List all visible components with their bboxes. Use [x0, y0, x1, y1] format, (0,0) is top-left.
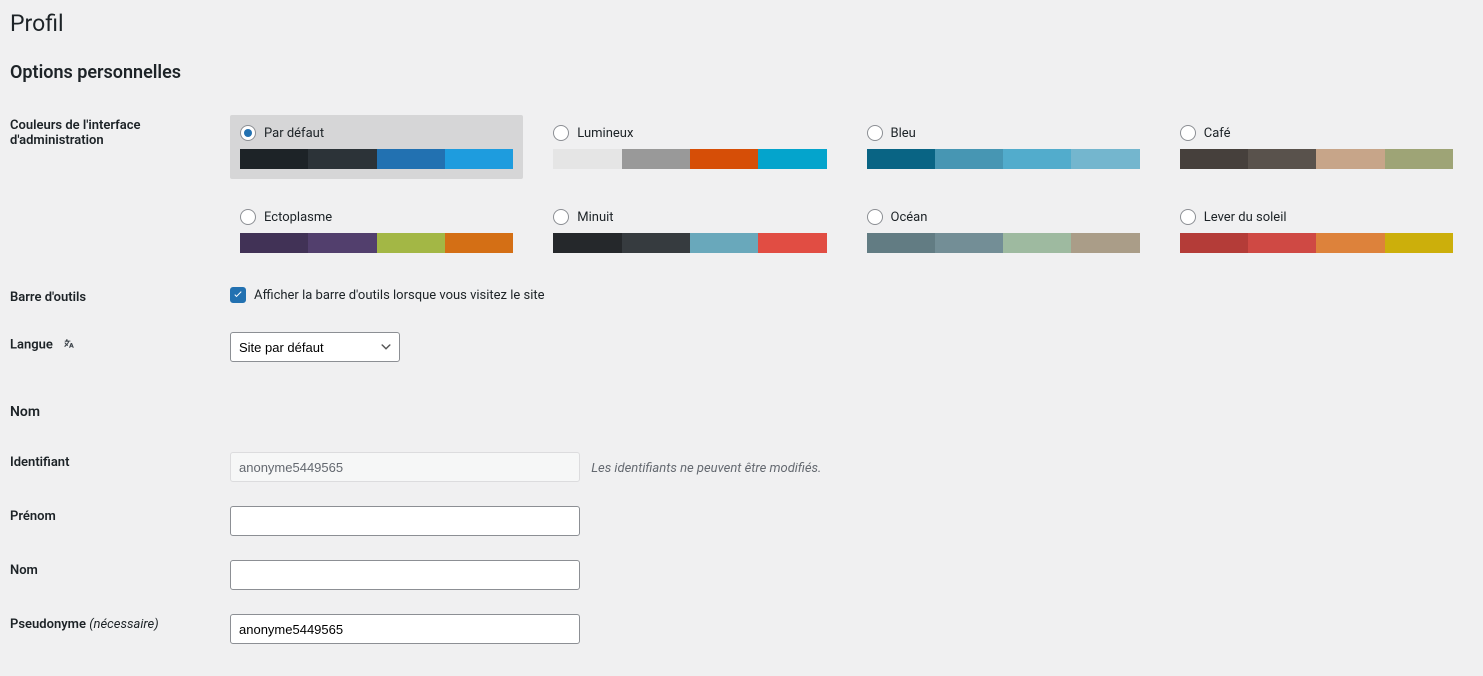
- label-language: Langue: [10, 320, 230, 374]
- color-scheme-grid: Par défaut Lumineux Bleu Café Ectoplasme Minu…: [230, 115, 1463, 263]
- color-option-label: Par défaut: [264, 126, 324, 141]
- color-swatch: [240, 149, 513, 169]
- language-select[interactable]: Site par défaut: [230, 332, 400, 362]
- color-swatch: [553, 233, 826, 253]
- color-option[interactable]: Ectoplasme: [230, 199, 523, 263]
- color-option[interactable]: Bleu: [857, 115, 1150, 179]
- color-option[interactable]: Café: [1170, 115, 1463, 179]
- color-option-label: Océan: [891, 210, 928, 225]
- color-option-label: Café: [1204, 126, 1231, 141]
- lastname-input[interactable]: [230, 560, 580, 590]
- radio-icon: [1180, 209, 1196, 225]
- radio-icon: [240, 125, 256, 141]
- color-option[interactable]: Lumineux: [543, 115, 836, 179]
- identifier-input: [230, 452, 580, 482]
- color-option-label: Lumineux: [577, 126, 633, 141]
- radio-icon: [867, 209, 883, 225]
- page-title: Profil: [10, 10, 1463, 37]
- radio-icon: [240, 209, 256, 225]
- color-swatch: [867, 149, 1140, 169]
- label-firstname: Prénom: [10, 494, 230, 548]
- color-swatch: [867, 233, 1140, 253]
- color-option[interactable]: Lever du soleil: [1170, 199, 1463, 263]
- toolbar-checkbox-label: Afficher la barre d'outils lorsque vous …: [254, 288, 545, 303]
- color-swatch: [553, 149, 826, 169]
- radio-icon: [553, 125, 569, 141]
- radio-icon: [1180, 125, 1196, 141]
- label-lastname: Nom: [10, 548, 230, 602]
- radio-icon: [553, 209, 569, 225]
- label-nickname: Pseudonyme (nécessaire): [10, 602, 230, 656]
- label-identifier: Identifiant: [10, 440, 230, 494]
- color-option[interactable]: Minuit: [543, 199, 836, 263]
- label-admin-colors: Couleurs de l'interface d'administration: [10, 103, 230, 275]
- identifier-description: Les identifiants ne peuvent être modifié…: [591, 461, 821, 476]
- section-personal-options: Options personnelles: [10, 62, 1463, 83]
- color-swatch: [1180, 233, 1453, 253]
- color-swatch: [1180, 149, 1453, 169]
- translate-icon: [60, 335, 76, 355]
- color-option-label: Bleu: [891, 126, 916, 141]
- radio-icon: [867, 125, 883, 141]
- color-option[interactable]: Par défaut: [230, 115, 523, 179]
- checkbox-icon: [230, 287, 246, 303]
- color-swatch: [240, 233, 513, 253]
- nickname-input[interactable]: [230, 614, 580, 644]
- firstname-input[interactable]: [230, 506, 580, 536]
- color-option-label: Lever du soleil: [1204, 210, 1287, 225]
- color-option[interactable]: Océan: [857, 199, 1150, 263]
- color-option-label: Ectoplasme: [264, 210, 332, 225]
- section-name: Nom: [10, 404, 1463, 420]
- color-option-label: Minuit: [577, 210, 613, 225]
- label-toolbar: Barre d'outils: [10, 275, 230, 320]
- toolbar-checkbox-row[interactable]: Afficher la barre d'outils lorsque vous …: [230, 287, 1463, 303]
